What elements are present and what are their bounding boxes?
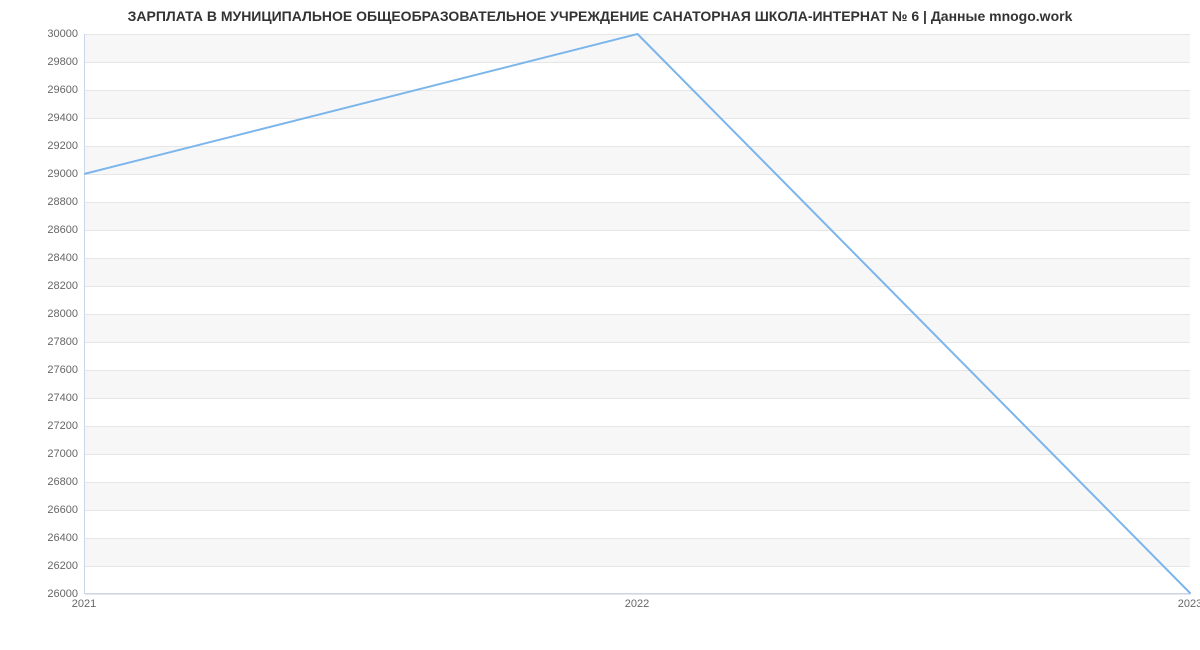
- y-tick-label: 27000: [18, 448, 78, 460]
- y-tick-label: 26600: [18, 504, 78, 516]
- y-tick-label: 29800: [18, 56, 78, 68]
- y-tick-label: 26800: [18, 476, 78, 488]
- chart-title: ЗАРПЛАТА В МУНИЦИПАЛЬНОЕ ОБЩЕОБРАЗОВАТЕЛ…: [0, 8, 1200, 24]
- y-tick-label: 29000: [18, 168, 78, 180]
- y-tick-label: 27200: [18, 420, 78, 432]
- y-tick-label: 29200: [18, 140, 78, 152]
- x-tick-label: 2023: [1178, 598, 1200, 610]
- y-tick-label: 27600: [18, 364, 78, 376]
- y-tick-label: 28400: [18, 252, 78, 264]
- y-tick-label: 28200: [18, 280, 78, 292]
- y-tick-label: 29400: [18, 112, 78, 124]
- y-tick-label: 26400: [18, 532, 78, 544]
- plot-area: [84, 34, 1190, 594]
- y-tick-label: 26200: [18, 560, 78, 572]
- y-tick-label: 30000: [18, 28, 78, 40]
- gridline: [85, 594, 1190, 595]
- y-tick-label: 27400: [18, 392, 78, 404]
- y-tick-label: 28000: [18, 308, 78, 320]
- y-tick-label: 28800: [18, 196, 78, 208]
- y-tick-label: 29600: [18, 84, 78, 96]
- series-polyline: [85, 34, 1190, 593]
- x-tick-label: 2022: [625, 598, 649, 610]
- chart-container: ЗАРПЛАТА В МУНИЦИПАЛЬНОЕ ОБЩЕОБРАЗОВАТЕЛ…: [0, 0, 1200, 650]
- x-tick-label: 2021: [72, 598, 96, 610]
- y-tick-label: 28600: [18, 224, 78, 236]
- y-tick-label: 26000: [18, 588, 78, 600]
- line-series: [85, 34, 1190, 593]
- y-tick-label: 27800: [18, 336, 78, 348]
